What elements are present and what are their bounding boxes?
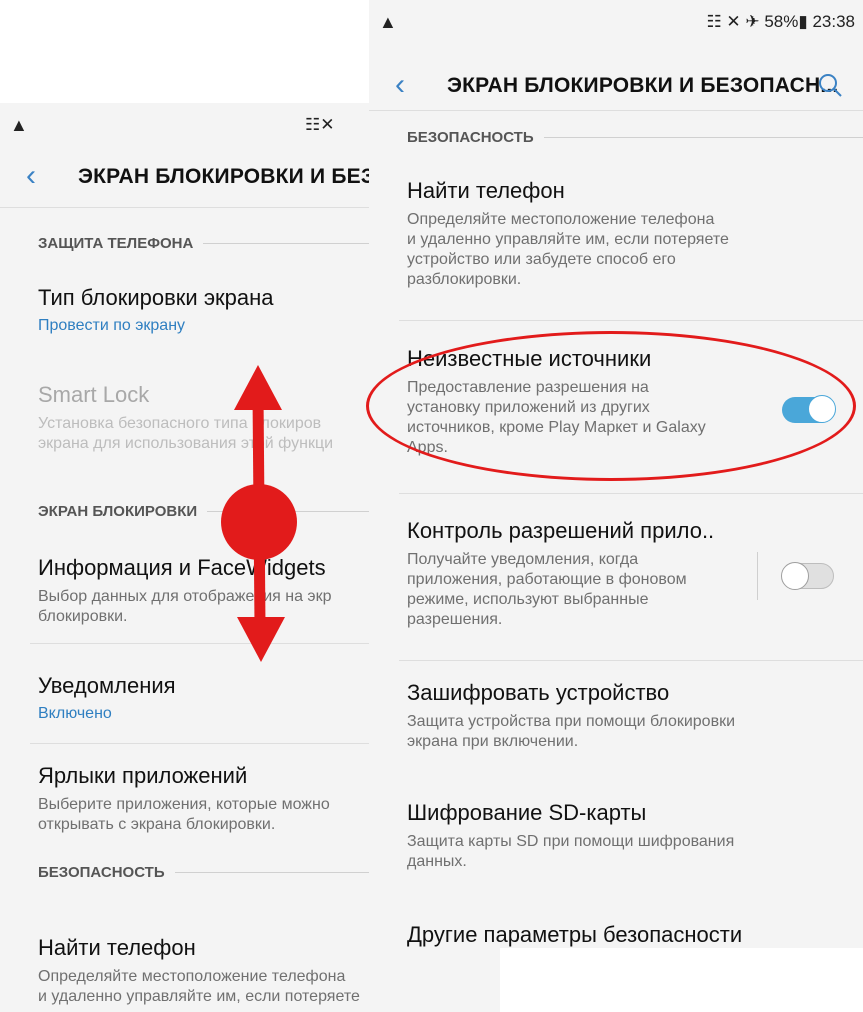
scroll-gesture-arrow-icon — [221, 365, 297, 662]
